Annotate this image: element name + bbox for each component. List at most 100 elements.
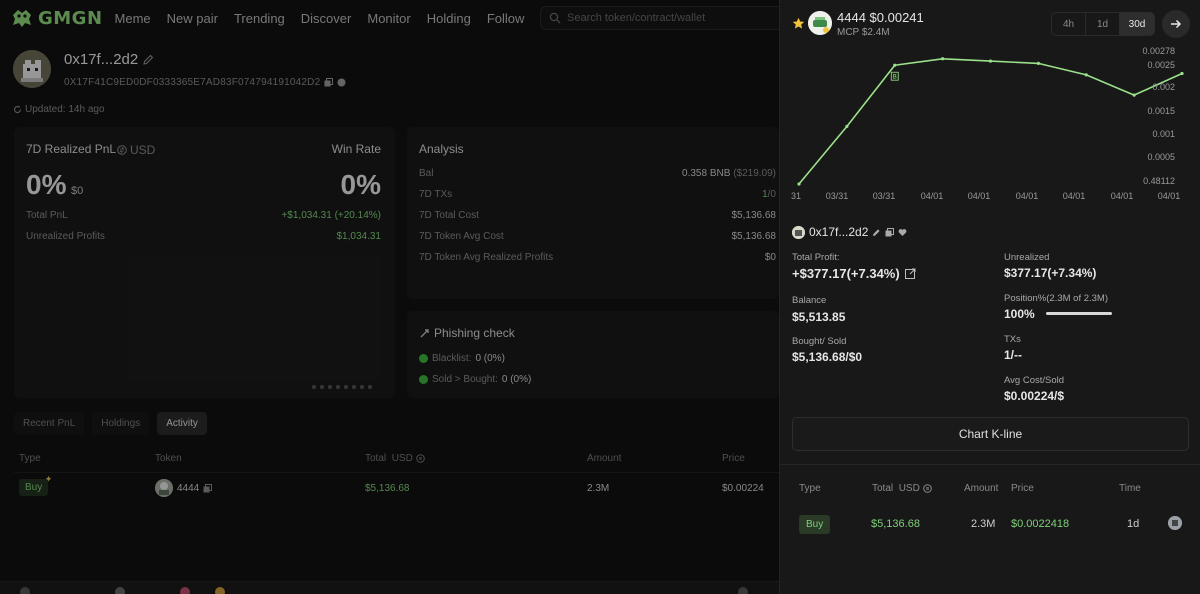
y-tick-label: 0.002 (1152, 82, 1175, 92)
green-dot-icon (419, 375, 428, 384)
phishing-title-text: Phishing check (434, 326, 515, 340)
copy-icon[interactable] (203, 483, 213, 493)
edit-icon[interactable] (872, 228, 881, 237)
drawer-row-total: $5,136.68 (871, 518, 920, 530)
main-nav: Meme New pair Trending Discover Monitor … (115, 11, 541, 26)
blacklist-row: Blacklist: 0 (0%) (419, 353, 505, 364)
y-tick-label: 0.0025 (1147, 60, 1175, 70)
token-avatar (808, 11, 832, 35)
nav-monitor[interactable]: Monitor (367, 11, 410, 26)
nav-holding[interactable]: Holding (427, 11, 471, 26)
timeframe-1d[interactable]: 1d (1086, 13, 1120, 35)
nav-discover[interactable]: Discover (301, 11, 352, 26)
nav-meme[interactable]: Meme (115, 11, 151, 26)
bal-value: 0.358 BNB ($219.09) (682, 168, 776, 179)
token-title: 4444 $0.00241 (837, 10, 924, 25)
price-point (1084, 73, 1088, 77)
token-logo-icon (155, 479, 173, 497)
win-rate-label: Win Rate (331, 142, 381, 156)
wallet-avatar (792, 225, 805, 239)
col-amount: Amount (587, 453, 622, 464)
timeframe-4h[interactable]: 4h (1052, 13, 1086, 35)
y-tick-label: 0.001 (1152, 129, 1175, 139)
updated-text: Updated: 14h ago (25, 104, 105, 115)
nav-trending[interactable]: Trending (234, 11, 285, 26)
y-tick-label: 0.0005 (1147, 152, 1175, 162)
footer-icon[interactable] (738, 587, 748, 594)
token-cell[interactable]: 4444 (155, 479, 213, 497)
footer-icon[interactable] (215, 587, 225, 594)
tab-activity[interactable]: Activity (157, 412, 207, 435)
total-pnl-label: Total PnL (26, 210, 68, 221)
price-chart[interactable]: B 0.00278 0.0025 0.002 0.0015 0.001 0.0005 0.48… (780, 44, 1200, 204)
x-tick-label: 04/01 (921, 191, 944, 201)
close-drawer-button[interactable] (1162, 10, 1190, 38)
heart-icon[interactable] (898, 228, 907, 237)
tab-holdings[interactable]: Holdings (92, 412, 150, 435)
drawer-wallet-name: 0x17f...2d2 (809, 225, 869, 239)
share-icon[interactable] (904, 268, 916, 279)
total-cost-label: 7D Total Cost (419, 210, 479, 221)
currency-label: USD (130, 143, 156, 157)
tab-recent-pnl[interactable]: Recent PnL (14, 412, 85, 435)
price-point (1180, 71, 1184, 76)
edit-icon[interactable] (143, 54, 154, 65)
copy-icon[interactable] (324, 78, 334, 87)
unrealized-value: $377.17(+7.34%) (1004, 266, 1097, 280)
carousel-dots[interactable] (312, 385, 376, 389)
bought-sold-value: $5,136.68/$0 (792, 350, 863, 364)
drawer-row-amount: 2.3M (971, 518, 996, 530)
row-amount: 2.3M (587, 483, 610, 494)
updated-status: Updated: 14h ago (13, 104, 105, 115)
avg-cost-sold-value: $0.00224/$ (1004, 389, 1065, 403)
txs-label: 7D TXs (419, 189, 453, 200)
footer-icon[interactable] (180, 587, 190, 594)
search-box[interactable] (540, 6, 790, 30)
x-tick-label: 04/01 (968, 191, 991, 201)
footer-icon[interactable] (115, 587, 125, 594)
star-icon[interactable] (792, 17, 805, 30)
explorer-icon[interactable] (337, 78, 346, 87)
chart-kline-button[interactable]: Chart K-line (792, 417, 1189, 451)
wallet-address: 0X17F41C9ED0DF0333365E7AD83F074794191042… (64, 77, 346, 88)
price-point (1132, 93, 1136, 97)
bal-label: Bal (419, 168, 434, 179)
nav-follow[interactable]: Follow (487, 11, 525, 26)
footer-icon[interactable] (20, 587, 30, 594)
col-type: Type (19, 453, 41, 464)
sold-bought-label: Sold > Bought: (432, 374, 498, 385)
refresh-icon[interactable] (13, 105, 22, 114)
blacklist-label: Blacklist: (432, 353, 472, 364)
col-total-unit: USD (391, 453, 413, 464)
drawer-col-total[interactable]: Total USD (872, 483, 932, 494)
total-profit-value: +$377.17(+7.34%) (792, 266, 900, 281)
avg-cost-value: $5,136.68 (731, 231, 777, 242)
tx-explorer-icon[interactable] (1168, 516, 1182, 530)
price-line (798, 57, 1183, 185)
copy-icon[interactable] (885, 227, 895, 237)
avg-cost-sold-label: Avg Cost/Sold (1004, 375, 1065, 386)
timeframe-30d[interactable]: 30d (1120, 13, 1154, 35)
drawer-col-price: Price (1011, 483, 1034, 494)
bal-amount: 0.358 BNB (682, 168, 731, 179)
price-point (988, 59, 993, 63)
drawer-divider (780, 464, 1200, 465)
bal-usd: ($219.09) (733, 168, 776, 179)
col-total[interactable]: Total USD (365, 453, 425, 464)
drawer-buy-badge: Buy (799, 515, 831, 534)
logo[interactable]: GMGN (10, 7, 103, 29)
wallet-name: 0x17f...2d2 (64, 51, 154, 68)
arrow-right-icon (1171, 19, 1182, 29)
total-pnl-value: +$1,034.31 (+20.14%) (281, 210, 381, 221)
pnl-amount: $0 (71, 185, 84, 197)
phishing-title: Phishing check (419, 326, 515, 340)
drawer-col-total-unit: USD (898, 483, 920, 494)
currency-toggle[interactable]: USD (117, 143, 155, 157)
txs-value: 1/-- (1004, 348, 1022, 362)
x-tick-label: 03/31 (826, 191, 849, 201)
total-cost-value: $5,136.68 (731, 210, 777, 221)
nav-new-pair[interactable]: New pair (167, 11, 218, 26)
green-dot-icon (419, 354, 428, 363)
token-logo-icon (808, 11, 832, 35)
search-input[interactable] (567, 12, 767, 24)
